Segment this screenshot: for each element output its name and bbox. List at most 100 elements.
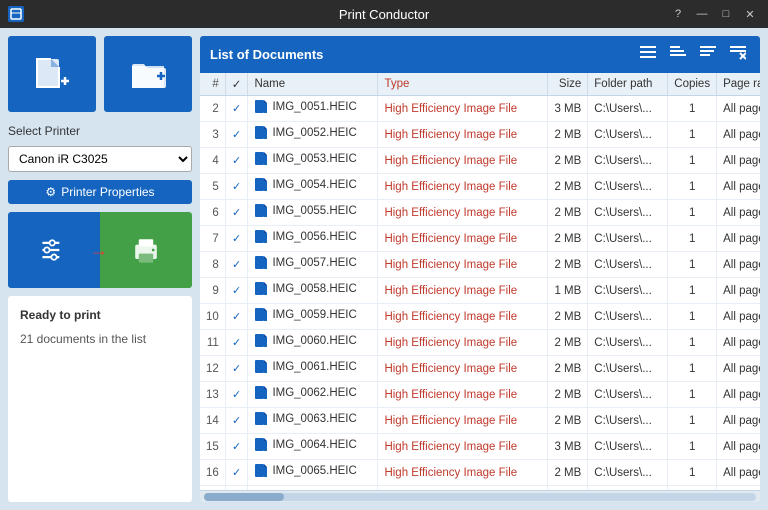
cell-folder: C:\Users\... bbox=[588, 122, 668, 148]
col-header-copies[interactable]: Copies bbox=[668, 73, 717, 96]
list-header-icons bbox=[636, 44, 750, 65]
col-header-num[interactable]: # bbox=[200, 73, 225, 96]
file-icon bbox=[254, 437, 268, 453]
minimize-button[interactable]: — bbox=[692, 4, 712, 24]
table-row[interactable]: 16 ✓ IMG_0065.HEIC High Efficiency Image… bbox=[200, 460, 760, 486]
table-row[interactable]: 7 ✓ IMG_0056.HEIC High Efficiency Image … bbox=[200, 226, 760, 252]
cell-check: ✓ bbox=[225, 278, 248, 304]
cell-name: IMG_0051.HEIC bbox=[248, 96, 378, 122]
cell-size: 2 MB bbox=[548, 174, 588, 200]
cell-pagerange: All pages bbox=[717, 408, 760, 434]
cell-check: ✓ bbox=[225, 252, 248, 278]
sort-asc-button[interactable] bbox=[666, 44, 690, 65]
cell-pagerange: All pages bbox=[717, 330, 760, 356]
table-row[interactable]: 9 ✓ IMG_0058.HEIC High Efficiency Image … bbox=[200, 278, 760, 304]
cell-folder: C:\Users\... bbox=[588, 434, 668, 460]
cell-num: 3 bbox=[200, 122, 225, 148]
cell-check: ✓ bbox=[225, 226, 248, 252]
add-files-button[interactable] bbox=[8, 36, 96, 112]
table-row[interactable]: 10 ✓ IMG_0059.HEIC High Efficiency Image… bbox=[200, 304, 760, 330]
cell-copies: 1 bbox=[668, 174, 717, 200]
cell-size: 1 MB bbox=[548, 278, 588, 304]
file-icon bbox=[254, 125, 268, 141]
cell-pagerange: All pages bbox=[717, 434, 760, 460]
file-icon bbox=[254, 411, 268, 427]
table-row[interactable]: 15 ✓ IMG_0064.HEIC High Efficiency Image… bbox=[200, 434, 760, 460]
cell-check: ✓ bbox=[225, 330, 248, 356]
file-icon bbox=[254, 281, 268, 297]
cell-type: High Efficiency Image File bbox=[378, 252, 548, 278]
printer-select[interactable]: Canon iR C3025 bbox=[8, 146, 192, 172]
table-row[interactable]: 8 ✓ IMG_0057.HEIC High Efficiency Image … bbox=[200, 252, 760, 278]
cell-name: IMG_0053.HEIC bbox=[248, 148, 378, 174]
cell-name: IMG_0057.HEIC bbox=[248, 252, 378, 278]
status-ready: Ready to print bbox=[20, 308, 180, 322]
cell-folder: C:\Users\... bbox=[588, 148, 668, 174]
table-row[interactable]: 3 ✓ IMG_0052.HEIC High Efficiency Image … bbox=[200, 122, 760, 148]
add-folder-button[interactable] bbox=[104, 36, 192, 112]
select-printer-label: Select Printer bbox=[8, 124, 192, 138]
cell-folder: C:\Users\... bbox=[588, 200, 668, 226]
cell-num: 16 bbox=[200, 460, 225, 486]
file-icon bbox=[254, 333, 268, 349]
cell-pagerange: All pages bbox=[717, 356, 760, 382]
document-table-container[interactable]: # ✓ Name Type Size Folder path Copies Pa… bbox=[200, 73, 760, 490]
cell-type: High Efficiency Image File bbox=[378, 226, 548, 252]
sort-desc-button[interactable] bbox=[696, 44, 720, 65]
check-icon: ✓ bbox=[232, 363, 241, 375]
file-icon bbox=[254, 177, 268, 193]
table-row[interactable]: 13 ✓ IMG_0062.HEIC High Efficiency Image… bbox=[200, 382, 760, 408]
cell-name: IMG_0064.HEIC bbox=[248, 434, 378, 460]
cell-copies: 1 bbox=[668, 356, 717, 382]
table-row[interactable]: 4 ✓ IMG_0053.HEIC High Efficiency Image … bbox=[200, 148, 760, 174]
cell-size: 2 MB bbox=[548, 200, 588, 226]
cell-folder: C:\Users\... bbox=[588, 304, 668, 330]
close-button[interactable]: ✕ bbox=[740, 4, 760, 24]
cell-size: 2 MB bbox=[548, 382, 588, 408]
list-header: List of Documents bbox=[200, 36, 760, 73]
cell-type: High Efficiency Image File bbox=[378, 96, 548, 122]
table-row[interactable]: 11 ✓ IMG_0060.HEIC High Efficiency Image… bbox=[200, 330, 760, 356]
cell-check: ✓ bbox=[225, 356, 248, 382]
check-icon: ✓ bbox=[232, 311, 241, 323]
col-header-folder[interactable]: Folder path bbox=[588, 73, 668, 96]
clear-button[interactable] bbox=[726, 44, 750, 65]
cell-copies: 1 bbox=[668, 382, 717, 408]
cell-size: 3 MB bbox=[548, 96, 588, 122]
cell-pagerange: All pages bbox=[717, 304, 760, 330]
help-button[interactable]: ? bbox=[668, 4, 688, 24]
cell-type: High Efficiency Image File bbox=[378, 174, 548, 200]
cell-type: High Efficiency Image File bbox=[378, 408, 548, 434]
horizontal-scrollbar-track[interactable] bbox=[204, 493, 756, 501]
document-table: # ✓ Name Type Size Folder path Copies Pa… bbox=[200, 73, 760, 490]
table-row[interactable]: 2 ✓ IMG_0051.HEIC High Efficiency Image … bbox=[200, 96, 760, 122]
col-header-check[interactable]: ✓ bbox=[225, 73, 248, 96]
col-header-type[interactable]: Type bbox=[378, 73, 548, 96]
settings-button[interactable] bbox=[8, 212, 100, 288]
table-row[interactable]: 14 ✓ IMG_0063.HEIC High Efficiency Image… bbox=[200, 408, 760, 434]
cell-type: High Efficiency Image File bbox=[378, 122, 548, 148]
table-row[interactable]: 5 ✓ IMG_0054.HEIC High Efficiency Image … bbox=[200, 174, 760, 200]
list-title: List of Documents bbox=[210, 47, 323, 62]
col-header-name[interactable]: Name bbox=[248, 73, 378, 96]
col-header-size[interactable]: Size bbox=[548, 73, 588, 96]
cell-check: ✓ bbox=[225, 174, 248, 200]
cell-pagerange: All pages bbox=[717, 226, 760, 252]
cell-name: IMG_0054.HEIC bbox=[248, 174, 378, 200]
cell-pagerange: All pages bbox=[717, 96, 760, 122]
check-icon: ✓ bbox=[232, 129, 241, 141]
cell-name: IMG_0061.HEIC bbox=[248, 356, 378, 382]
cell-type: High Efficiency Image File bbox=[378, 356, 548, 382]
table-row[interactable]: 12 ✓ IMG_0061.HEIC High Efficiency Image… bbox=[200, 356, 760, 382]
maximize-button[interactable]: □ bbox=[716, 4, 736, 24]
cell-copies: 1 bbox=[668, 252, 717, 278]
cell-copies: 1 bbox=[668, 226, 717, 252]
cell-name: IMG_0063.HEIC bbox=[248, 408, 378, 434]
printer-properties-button[interactable]: Printer Properties bbox=[8, 180, 192, 204]
print-button[interactable] bbox=[100, 212, 192, 288]
horizontal-scrollbar-thumb[interactable] bbox=[204, 493, 284, 501]
col-header-pagerange[interactable]: Page range bbox=[717, 73, 760, 96]
cell-folder: C:\Users\... bbox=[588, 226, 668, 252]
list-view-button[interactable] bbox=[636, 44, 660, 65]
table-row[interactable]: 6 ✓ IMG_0055.HEIC High Efficiency Image … bbox=[200, 200, 760, 226]
